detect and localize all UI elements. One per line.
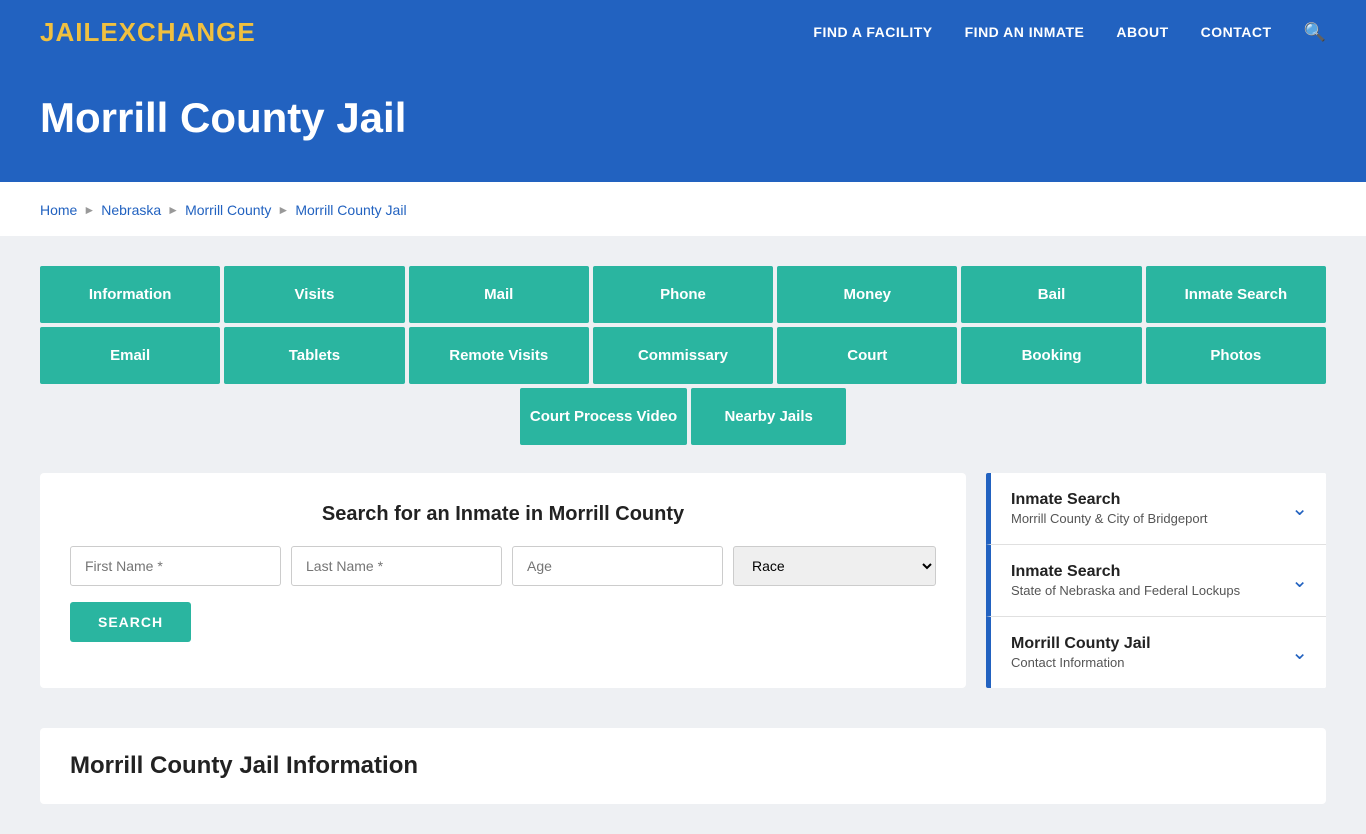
btn-phone[interactable]: Phone [593,266,773,323]
breadcrumb-sep-3: ► [277,203,289,217]
sidebar-item-text-2: Inmate Search State of Nebraska and Fede… [1011,563,1240,598]
breadcrumb-current: Morrill County Jail [295,202,406,218]
search-box: Search for an Inmate in Morrill County R… [40,473,966,688]
sidebar-item-text-3: Morrill County Jail Contact Information [1011,635,1151,670]
btn-court-process-video[interactable]: Court Process Video [520,388,687,445]
btn-mail[interactable]: Mail [409,266,589,323]
content-row: Search for an Inmate in Morrill County R… [40,473,1326,688]
last-name-input[interactable] [291,546,502,586]
btn-bail[interactable]: Bail [961,266,1141,323]
btn-commissary[interactable]: Commissary [593,327,773,384]
logo[interactable]: JAILEXCHANGE [40,17,256,48]
btn-booking[interactable]: Booking [961,327,1141,384]
nav-contact[interactable]: CONTACT [1201,24,1272,40]
btn-remote-visits[interactable]: Remote Visits [409,327,589,384]
breadcrumb-morrill-county[interactable]: Morrill County [185,202,271,218]
btn-email[interactable]: Email [40,327,220,384]
sidebar-item-contact-info[interactable]: Morrill County Jail Contact Information … [986,617,1326,688]
sidebar-item-inmate-search-local[interactable]: Inmate Search Morrill County & City of B… [986,473,1326,545]
breadcrumb-sep-1: ► [83,203,95,217]
chevron-icon-3: ⌄ [1291,640,1308,665]
btn-information[interactable]: Information [40,266,220,323]
breadcrumb-sep-2: ► [167,203,179,217]
chevron-icon-1: ⌄ [1291,496,1308,521]
search-button[interactable]: SEARCH [70,602,191,642]
btn-visits[interactable]: Visits [224,266,404,323]
nav-about[interactable]: ABOUT [1116,24,1168,40]
main-content: Information Visits Mail Phone Money Bail… [0,236,1366,834]
nav-btn-row1: Information Visits Mail Phone Money Bail… [40,266,1326,323]
header: JAILEXCHANGE FIND A FACILITY FIND AN INM… [0,0,1366,64]
first-name-input[interactable] [70,546,281,586]
sidebar-item-inmate-search-state[interactable]: Inmate Search State of Nebraska and Fede… [986,545,1326,617]
btn-nearby-jails[interactable]: Nearby Jails [691,388,846,445]
sidebar-item-text-1: Inmate Search Morrill County & City of B… [1011,491,1208,526]
btn-photos[interactable]: Photos [1146,327,1326,384]
sidebar-item-title-2: Inmate Search [1011,563,1240,581]
sidebar-item-subtitle-2: State of Nebraska and Federal Lockups [1011,583,1240,598]
bottom-row: Morrill County Jail Information [40,708,1326,804]
nav-btn-row3: Court Process Video Nearby Jails [40,388,1326,445]
logo-jail: JAIL [40,17,100,47]
sidebar-item-title-3: Morrill County Jail [1011,635,1151,653]
info-section: Morrill County Jail Information [40,728,1326,804]
breadcrumb: Home ► Nebraska ► Morrill County ► Morri… [40,202,1326,218]
age-input[interactable] [512,546,723,586]
btn-court[interactable]: Court [777,327,957,384]
nav-find-inmate[interactable]: FIND AN INMATE [965,24,1085,40]
page-title: Morrill County Jail [40,94,1326,142]
hero-section: Morrill County Jail [0,64,1366,182]
main-nav: FIND A FACILITY FIND AN INMATE ABOUT CON… [813,22,1326,43]
btn-inmate-search[interactable]: Inmate Search [1146,266,1326,323]
btn-money[interactable]: Money [777,266,957,323]
sidebar-item-title-1: Inmate Search [1011,491,1208,509]
breadcrumb-section: Home ► Nebraska ► Morrill County ► Morri… [0,188,1366,236]
sidebar-item-subtitle-1: Morrill County & City of Bridgeport [1011,511,1208,526]
sidebar-item-subtitle-3: Contact Information [1011,655,1151,670]
btn-tablets[interactable]: Tablets [224,327,404,384]
search-title: Search for an Inmate in Morrill County [70,503,936,526]
nav-find-facility[interactable]: FIND A FACILITY [813,24,932,40]
chevron-icon-2: ⌄ [1291,568,1308,593]
breadcrumb-home[interactable]: Home [40,202,77,218]
sidebar: Inmate Search Morrill County & City of B… [986,473,1326,688]
info-section-title: Morrill County Jail Information [70,752,1296,780]
logo-exchange: EXCHANGE [100,17,255,47]
breadcrumb-nebraska[interactable]: Nebraska [101,202,161,218]
search-icon[interactable]: 🔍 [1304,22,1326,43]
race-select[interactable]: Race White Black Hispanic Asian Other [733,546,936,586]
nav-btn-row2: Email Tablets Remote Visits Commissary C… [40,327,1326,384]
search-fields: Race White Black Hispanic Asian Other [70,546,936,586]
